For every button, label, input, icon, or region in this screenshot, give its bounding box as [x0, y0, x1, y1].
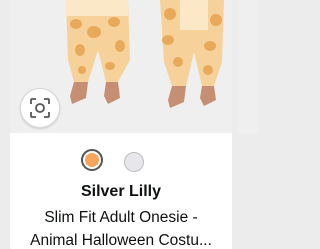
- brand-name: Silver Lilly: [80, 183, 162, 200]
- right-model: [160, 0, 224, 108]
- visual-search-button[interactable]: [20, 88, 60, 128]
- swatch-giraffe[interactable]: [81, 149, 103, 171]
- visual-search-icon: [30, 98, 50, 118]
- color-swatches: [10, 149, 232, 175]
- swatch-grey[interactable]: [124, 152, 144, 172]
- product-image[interactable]: [10, 0, 232, 133]
- swatch-giraffe-fill: [85, 153, 99, 167]
- left-model: [66, 0, 130, 104]
- product-title-line-1: Slim Fit Adult Onesie -: [44, 209, 198, 226]
- next-product-card[interactable]: [238, 0, 258, 133]
- product-card[interactable]: Silver Lilly Slim Fit Adult Onesie - Ani…: [10, 0, 232, 249]
- product-title-line-2: Animal Halloween Costu...: [30, 232, 212, 249]
- product-title[interactable]: Slim Fit Adult Onesie - Animal Halloween…: [10, 206, 232, 249]
